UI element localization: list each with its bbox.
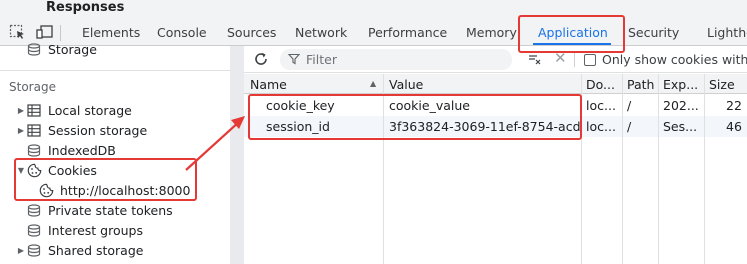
cell-domain: loc... <box>586 98 616 113</box>
devtools-tab-bar: Elements Console Sources Network Perform… <box>0 19 747 46</box>
cell-name: cookie_key <box>266 98 335 113</box>
expand-arrow-icon[interactable]: ▶ <box>16 106 26 115</box>
database-icon <box>26 223 42 237</box>
collapse-arrow-icon[interactable]: ▼ <box>16 166 26 175</box>
cookie-icon <box>26 163 42 177</box>
cell-name: session_id <box>266 119 330 134</box>
tab-memory[interactable]: Memory <box>466 25 517 41</box>
sidebar-item-shared-storage[interactable]: ▶ Shared storage <box>16 241 144 259</box>
toolbar-divider <box>60 25 61 41</box>
application-sidebar: Storage Storage ▶ Local storage ▶ Sessio… <box>0 42 230 264</box>
database-icon <box>26 42 42 56</box>
database-icon <box>26 143 42 157</box>
column-header-domain[interactable]: Do... <box>586 77 615 92</box>
filter-input[interactable]: Filter <box>280 49 512 70</box>
column-header-value[interactable]: Value <box>389 77 423 92</box>
window-title-bar: Responses <box>0 0 747 19</box>
sidebar-item-label: Private state tokens <box>48 202 173 218</box>
inspect-element-icon[interactable] <box>9 24 27 40</box>
sidebar-item-storage-overview[interactable]: Storage <box>26 40 97 58</box>
sort-ascending-icon[interactable]: ▲ <box>370 79 376 88</box>
only-show-label: Only show cookies with a <box>602 52 747 67</box>
expand-arrow-icon[interactable]: ▶ <box>16 246 26 255</box>
sidebar-section-storage: Storage <box>9 80 56 94</box>
checkbox-icon[interactable] <box>584 53 596 66</box>
section-divider <box>0 70 230 71</box>
tab-console[interactable]: Console <box>157 25 207 41</box>
sidebar-item-label: http://localhost:8000 <box>60 182 191 198</box>
cell-domain: loc... <box>586 119 616 134</box>
cell-expires: Ses... <box>663 119 698 134</box>
sidebar-item-session-storage[interactable]: ▶ Session storage <box>16 121 147 139</box>
sidebar-item-local-storage[interactable]: ▶ Local storage <box>16 101 132 119</box>
table-header: Name ▲ Value Do... Path Exp... Size <box>244 74 747 94</box>
sidebar-item-label: Interest groups <box>48 222 143 238</box>
cookie-icon <box>38 183 54 197</box>
cell-path: / <box>627 119 632 134</box>
close-icon[interactable]: ✕ <box>554 49 567 67</box>
column-divider[interactable] <box>581 74 582 264</box>
cookies-table: Name ▲ Value Do... Path Exp... Size cook… <box>244 74 747 264</box>
tab-security[interactable]: Security <box>628 25 679 41</box>
sidebar-item-indexeddb[interactable]: IndexedDB <box>26 141 116 159</box>
column-header-name[interactable]: Name <box>250 77 287 92</box>
cell-value: cookie_value <box>389 98 470 113</box>
table-row[interactable]: session_id 3f363824-3069-11ef-8754-acd..… <box>244 116 747 137</box>
filter-funnel-icon <box>287 53 301 65</box>
column-header-path[interactable]: Path <box>627 77 654 92</box>
sidebar-item-label: Local storage <box>48 102 132 118</box>
sidebar-item-cookies-localhost[interactable]: http://localhost:8000 <box>38 181 190 199</box>
sidebar-scrollbar[interactable] <box>230 46 244 264</box>
cell-size: 46 <box>726 119 742 134</box>
column-divider[interactable] <box>704 74 705 264</box>
active-tab-indicator <box>533 43 611 45</box>
column-divider[interactable] <box>383 74 384 264</box>
sidebar-item-cookies[interactable]: ▼ Cookies <box>16 161 97 179</box>
tab-elements[interactable]: Elements <box>82 25 140 41</box>
table-icon <box>26 103 42 117</box>
cell-value: 3f363824-3069-11ef-8754-acd... <box>389 119 581 134</box>
table-icon <box>26 123 42 137</box>
database-icon <box>26 203 42 217</box>
device-toolbar-icon[interactable] <box>36 24 54 40</box>
clear-filtered-cookies-icon[interactable] <box>528 52 542 66</box>
tab-network[interactable]: Network <box>295 25 347 41</box>
tab-application[interactable]: Application <box>538 25 608 41</box>
column-divider[interactable] <box>622 74 623 264</box>
refresh-icon[interactable] <box>253 51 269 67</box>
cell-path: / <box>627 98 632 113</box>
sidebar-item-private-state-tokens[interactable]: Private state tokens <box>26 201 173 219</box>
sidebar-item-label: Storage <box>48 41 97 57</box>
sidebar-item-label: Session storage <box>48 122 148 138</box>
cookies-panel: Filter ✕ Only show cookies with a Name ▲… <box>244 46 747 264</box>
tab-sources[interactable]: Sources <box>227 25 276 41</box>
sidebar-item-label: Shared storage <box>48 242 144 258</box>
tab-lighthouse[interactable]: Lightho <box>707 25 747 41</box>
tab-performance[interactable]: Performance <box>368 25 447 41</box>
toolbar-divider <box>574 52 575 67</box>
cell-expires: 202... <box>663 98 699 113</box>
only-show-issues-checkbox[interactable]: Only show cookies with a <box>584 52 747 67</box>
column-divider[interactable] <box>658 74 659 264</box>
sidebar-item-interest-groups[interactable]: Interest groups <box>26 221 143 239</box>
sidebar-item-label: Cookies <box>48 162 97 178</box>
window-title: Responses <box>46 0 125 15</box>
cookies-toolbar: Filter ✕ Only show cookies with a <box>244 46 747 73</box>
table-row[interactable]: cookie_key cookie_value loc... / 202... … <box>244 95 747 116</box>
database-icon <box>26 243 42 257</box>
cell-size: 22 <box>726 98 742 113</box>
column-header-expires[interactable]: Exp... <box>663 77 698 92</box>
filter-placeholder: Filter <box>306 52 337 67</box>
column-header-size[interactable]: Size <box>709 77 735 92</box>
sidebar-item-label: IndexedDB <box>48 142 116 158</box>
expand-arrow-icon[interactable]: ▶ <box>16 126 26 135</box>
